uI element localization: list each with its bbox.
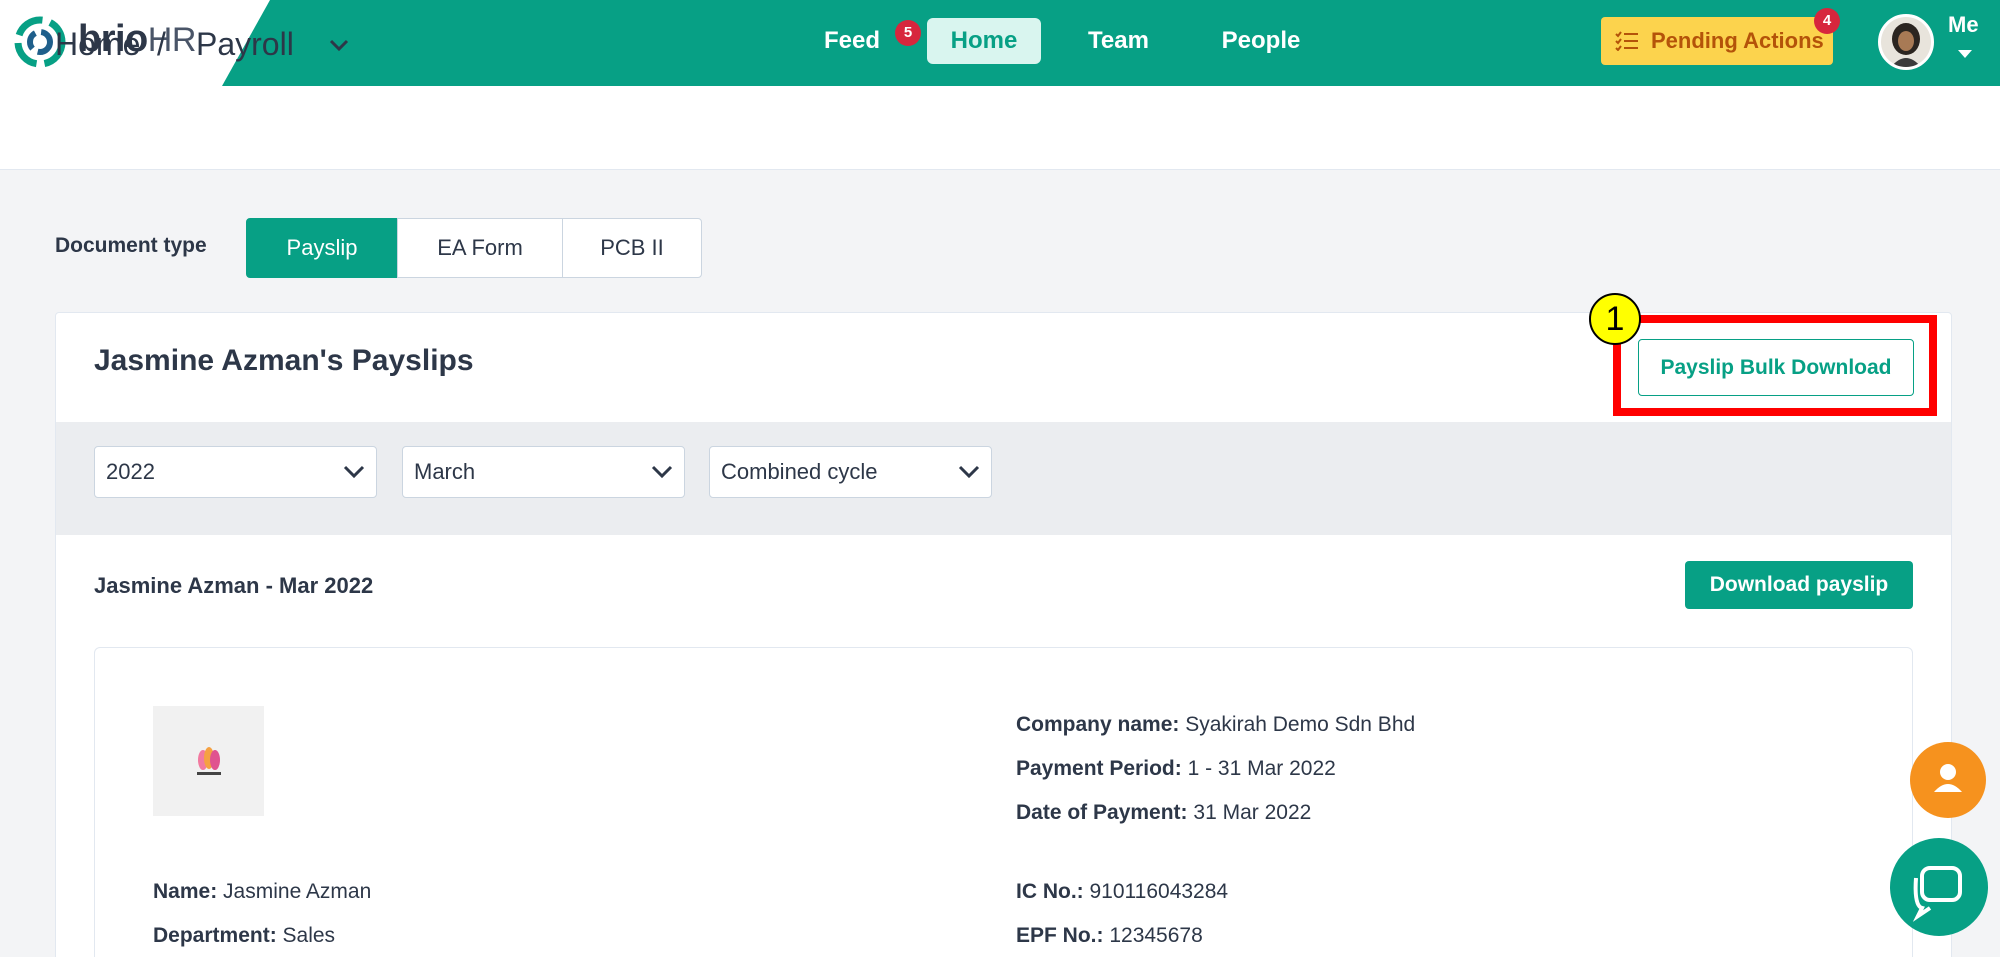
cycle-select[interactable]: Combined cycle [709,446,992,498]
nav-team[interactable]: Team [1070,18,1167,64]
breadcrumb-current: Payroll [196,26,294,62]
nav-feed[interactable]: Feed [808,18,896,64]
chat-bubble-icon [1912,866,1962,922]
checklist-icon [1615,31,1638,51]
year-select[interactable]: 2022 [94,446,377,498]
payment-period-field: Payment Period: 1 - 31 Mar 2022 [1016,757,1336,780]
pending-actions-badge: 4 [1814,8,1840,34]
chevron-down-icon [343,465,365,479]
year-select-value: 2022 [106,459,155,484]
me-label[interactable]: Me [1948,12,1979,38]
payslip-document [94,647,1913,957]
annotation-marker: 1 [1589,293,1641,345]
company-name-field: Company name: Syakirah Demo Sdn Bhd [1016,713,1416,736]
chevron-down-icon [958,465,980,479]
chevron-down-icon [651,465,673,479]
profile-fab-button[interactable] [1910,742,1986,818]
flower-logo-icon [197,747,221,775]
chat-fab-button[interactable] [1890,838,1988,936]
feed-badge: 5 [895,20,921,46]
tab-ea-form[interactable]: EA Form [397,218,563,278]
page-title: Jasmine Azman's Payslips [94,344,474,377]
tab-payslip[interactable]: Payslip [246,218,398,278]
document-type-label: Document type [55,234,207,257]
company-logo [153,706,264,816]
tab-pcb-ii[interactable]: PCB II [562,218,702,278]
cycle-select-value: Combined cycle [721,459,878,484]
me-dropdown-caret-icon[interactable] [1958,50,1972,58]
breadcrumb [0,86,2000,170]
user-avatar[interactable] [1878,14,1934,70]
annotation-highlight-box [1613,315,1937,416]
nav-home[interactable]: Home [927,18,1041,64]
nav-people[interactable]: People [1205,18,1317,64]
chevron-down-icon[interactable] [326,32,352,58]
month-select-value: March [414,459,476,484]
date-of-payment-field: Date of Payment: 31 Mar 2022 [1016,801,1312,824]
epf-number-field: EPF No.: 12345678 [1016,924,1203,947]
breadcrumb-separator: / [157,26,166,62]
pending-actions-label: Pending Actions [1651,28,1824,53]
department-field: Department: Sales [153,924,336,947]
month-select[interactable]: March [402,446,685,498]
user-icon [1934,764,1962,792]
payslip-period-title: Jasmine Azman - Mar 2022 [94,573,374,598]
pending-actions-button[interactable]: Pending Actions [1601,17,1833,65]
user-photo-icon [1881,17,1931,67]
download-payslip-button[interactable]: Download payslip [1685,561,1913,609]
employee-name-field: Name: Jasmine Azman [153,880,372,903]
breadcrumb-home[interactable]: Home [55,26,140,63]
ic-number-field: IC No.: 910116043284 [1016,880,1229,903]
